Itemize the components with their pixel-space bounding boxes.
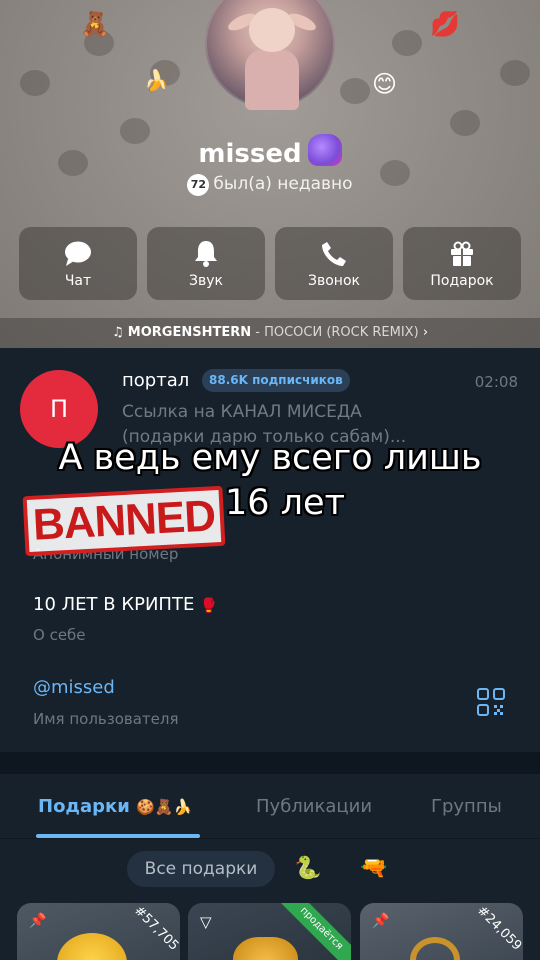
chat-button[interactable]: Чат <box>19 227 137 300</box>
banned-stamp: BANNED <box>22 485 226 557</box>
profile-header: 🧸 🍌 💋 😊 missed 72 был(а) недавно Чат Звук <box>0 0 540 348</box>
gift-preview-icons: 🍪🧸🍌 <box>136 798 193 816</box>
gift-sticker-icon: 🧸 <box>80 10 110 38</box>
tab-posts[interactable]: Публикации <box>256 796 372 817</box>
tab-gifts[interactable]: Подарки 🍪🧸🍌 <box>38 796 192 817</box>
tab-groups[interactable]: Группы <box>431 796 502 817</box>
gift-sticker-icon: 😊 <box>372 70 398 98</box>
call-button[interactable]: Звонок <box>275 227 393 300</box>
gift-number: #24,059 <box>473 903 523 954</box>
music-separator: - <box>251 325 265 340</box>
gift-sticker-icon: 🍌 <box>144 68 169 92</box>
pattern-icon <box>340 78 370 104</box>
gift-button[interactable]: Подарок <box>403 227 521 300</box>
boxing-glove-icon: 🥊 <box>200 598 218 614</box>
gift-icon <box>403 227 521 267</box>
profile-name-text: missed <box>198 139 302 169</box>
bio-label: О себе <box>33 626 86 644</box>
music-bar[interactable]: ♫ MORGENSHTERN - ПОСОСИ (ROCK REMIX) › <box>0 318 540 348</box>
gift-image <box>57 933 127 960</box>
chat-bubble-icon <box>19 227 137 267</box>
username-label: Имя пользователя <box>33 710 179 728</box>
pattern-icon <box>20 70 50 96</box>
tab-gifts-label: Подарки <box>38 796 130 817</box>
tab-divider <box>0 838 540 839</box>
channel-time: 02:08 <box>474 373 518 391</box>
call-button-label: Звонок <box>308 273 360 289</box>
channel-name[interactable]: портал <box>122 370 189 391</box>
gift-image <box>233 937 298 960</box>
pin-icon: 📌 <box>372 913 390 929</box>
profile-tabs: Подарки 🍪🧸🍌 Публикации Группы <box>0 774 540 838</box>
pattern-icon <box>392 30 422 56</box>
username-value[interactable]: @missed <box>33 677 115 698</box>
avatar[interactable] <box>205 0 335 110</box>
channel-desc-line: Ссылка на КАНАЛ МИСЕДА <box>122 402 362 422</box>
pattern-icon <box>450 110 480 136</box>
gift-number: #57,705 <box>130 903 180 954</box>
music-track: ПОСОСИ (ROCK REMIX) <box>264 325 419 340</box>
filter-snake-icon[interactable]: 🐍 <box>294 856 321 881</box>
profile-name: missed <box>0 134 540 169</box>
pattern-icon <box>500 60 530 86</box>
pin-icon: 📌 <box>29 913 47 929</box>
filter-all-gifts[interactable]: Все подарки <box>127 851 275 887</box>
subscribers-badge: 88.6K подписчиков <box>202 369 350 392</box>
profile-status: 72 был(а) недавно <box>0 174 540 196</box>
bio-text: 10 ЛЕТ В КРИПТЕ <box>33 594 195 615</box>
emoji-status-icon[interactable] <box>307 134 342 166</box>
level-badge[interactable]: 72 <box>187 174 210 196</box>
gift-card[interactable]: 📌 #57,705 <box>17 903 180 960</box>
chevron-right-icon: › <box>422 325 429 340</box>
profile-actions: Чат Звук Звонок Подарок <box>19 227 521 300</box>
gift-sticker-icon: 💋 <box>430 10 460 38</box>
gift-card[interactable]: 📌 #24,059 <box>360 903 523 960</box>
bio-value[interactable]: 10 ЛЕТ В КРИПТЕ 🥊 <box>33 594 218 615</box>
phone-icon <box>275 227 393 267</box>
gift-button-label: Подарок <box>430 273 494 289</box>
gift-image <box>410 937 460 960</box>
section-divider <box>0 752 540 774</box>
last-seen-text: был(а) недавно <box>213 174 353 194</box>
gift-card[interactable]: ▽ продаётся <box>188 903 351 960</box>
music-note-icon: ♫ <box>111 325 124 340</box>
triangle-icon: ▽ <box>200 913 212 931</box>
sound-button[interactable]: Звук <box>147 227 265 300</box>
qr-code-icon[interactable] <box>477 688 505 716</box>
bell-icon <box>147 227 265 267</box>
sound-button-label: Звук <box>189 273 223 289</box>
music-artist: MORGENSHTERN <box>127 325 252 340</box>
filter-cannon-icon[interactable]: 🔫 <box>360 856 387 881</box>
chat-button-label: Чат <box>64 273 92 289</box>
caption-line: А ведь ему всего лишь <box>58 438 482 478</box>
